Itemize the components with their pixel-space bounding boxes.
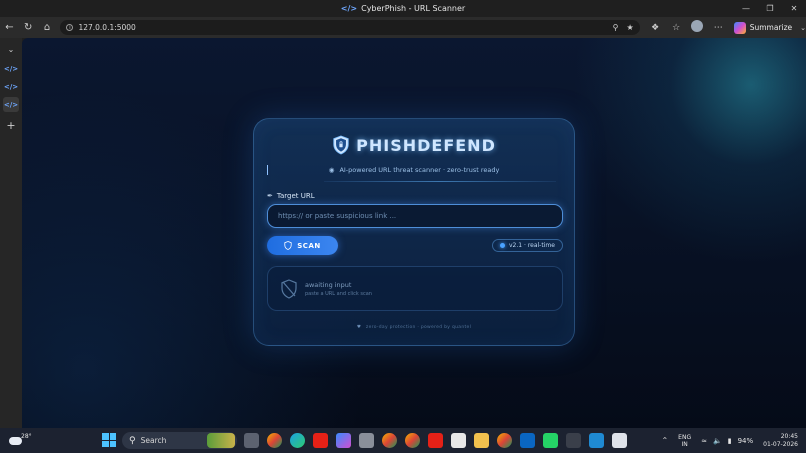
browser-toolbar: ← ↻ ⌂ i 127.0.0.1:5000 ⚲ ★ ❖ ☆ ⋯ Summari… <box>0 17 806 38</box>
tagline: ◉ AI-powered URL threat scanner · zero-t… <box>254 166 574 174</box>
dev-tools-icon: </> <box>340 4 358 13</box>
shield-slash-icon <box>281 279 297 299</box>
refresh-icon[interactable]: ↻ <box>19 18 38 37</box>
version-badge: v2.1 · real-time <box>492 239 563 252</box>
weather-widget[interactable]: 28° <box>7 431 32 450</box>
brand-name: PHISHDEFEND <box>356 135 496 155</box>
tab-icon-active[interactable]: </> <box>3 97 19 112</box>
tab-icon-2[interactable]: </> <box>3 79 19 94</box>
extensions-icon[interactable]: ❖ <box>646 23 665 33</box>
mail-icon[interactable] <box>359 433 374 448</box>
version-badge-text: v2.1 · real-time <box>509 242 555 249</box>
snipping-tool-icon[interactable] <box>612 433 627 448</box>
site-info-icon[interactable]: i <box>66 24 74 31</box>
battery-icon: ▮ <box>727 436 732 445</box>
scan-button[interactable]: SCAN <box>267 236 338 255</box>
toolbar-right: ❖ ☆ ⋯ <box>646 20 728 35</box>
taskbar: 28° ⚲ Search ⌃ ENG IN ≈ 🔈 ▮ 94% 20:45 01… <box>0 428 806 453</box>
avatar <box>691 20 704 32</box>
profile-icon[interactable] <box>688 20 707 35</box>
restore-button[interactable]: ❐ <box>758 0 782 17</box>
scanner-card: PHISHDEFEND ◉ AI-powered URL threat scan… <box>253 118 575 346</box>
file-explorer-icon[interactable] <box>474 433 489 448</box>
address-bar[interactable]: i 127.0.0.1:5000 ⚲ ★ <box>60 20 640 35</box>
clock-time: 20:45 <box>780 432 798 440</box>
status-dot-icon <box>500 243 505 248</box>
language-code: ENG <box>678 433 692 441</box>
copilot-icon <box>733 21 746 34</box>
edge-icon[interactable] <box>290 433 305 448</box>
page-viewport: PHISHDEFEND ◉ AI-powered URL threat scan… <box>22 38 806 428</box>
shield-icon <box>284 241 292 250</box>
task-view-icon[interactable] <box>244 433 259 448</box>
screen: </> CyberPhish - URL Scanner — ❐ ✕ ← ↻ ⌂… <box>0 0 806 453</box>
summarize-label: Summarize <box>749 23 793 32</box>
tagline-text: AI-powered URL threat scanner · zero-tru… <box>339 166 500 174</box>
chrome-app-icon[interactable] <box>497 433 512 448</box>
terminal-icon[interactable] <box>566 433 581 448</box>
globe-icon: ◉ <box>328 166 335 174</box>
weather-temperature: 28° <box>21 433 32 440</box>
zoom-icon[interactable]: ⚲ <box>613 23 619 32</box>
target-url-label: ✒ Target URL <box>267 192 315 200</box>
chevron-down-icon: ⌄ <box>800 23 806 32</box>
volume-icon: 🔈 <box>712 436 722 445</box>
linkedin-icon[interactable] <box>520 433 535 448</box>
footer-text: zero-day protection · powered by quantel <box>365 325 472 330</box>
brand-header: PHISHDEFEND <box>254 135 574 155</box>
search-icon: ⚲ <box>129 435 136 446</box>
close-button[interactable]: ✕ <box>782 0 806 17</box>
start-button[interactable] <box>102 433 116 447</box>
tab-icon-1[interactable]: </> <box>3 61 19 76</box>
favorites-icon[interactable]: ☆ <box>667 23 686 33</box>
favorite-star-icon[interactable]: ★ <box>627 23 634 32</box>
tab-sidebar: ⌄ </> </> </> + <box>0 38 22 428</box>
shield-lock-icon <box>333 135 349 155</box>
window-title: </> CyberPhish - URL Scanner <box>341 4 465 13</box>
paperclip-icon: ✒ <box>267 192 273 200</box>
clock[interactable]: 20:45 01-07-2026 <box>763 433 798 449</box>
address-url: 127.0.0.1:5000 <box>78 23 136 32</box>
youtube-icon[interactable] <box>313 433 328 448</box>
window-controls: — ❐ ✕ <box>734 0 806 17</box>
whatsapp-icon[interactable] <box>543 433 558 448</box>
search-highlight-image <box>207 433 235 448</box>
url-input[interactable] <box>267 204 563 228</box>
new-tab-plus-icon[interactable]: + <box>3 118 19 133</box>
home-icon[interactable]: ⌂ <box>38 18 57 37</box>
shield-icon: ♥ <box>356 325 362 330</box>
battery-percent: 94% <box>737 436 754 445</box>
search-label: Search <box>140 436 167 445</box>
scan-button-label: SCAN <box>297 241 321 250</box>
youtube-app-icon[interactable] <box>428 433 443 448</box>
vscode-icon[interactable] <box>589 433 604 448</box>
chrome-profile-2-icon[interactable] <box>405 433 420 448</box>
result-status: awaiting input <box>305 281 352 289</box>
result-panel: awaiting input paste a URL and click sca… <box>267 266 563 311</box>
divider <box>324 181 556 182</box>
card-footer: ♥ zero-day protection · powered by quant… <box>254 325 574 330</box>
window-title-bar: </> CyberPhish - URL Scanner — ❐ ✕ <box>0 0 806 17</box>
minimize-button[interactable]: — <box>734 0 758 17</box>
copilot-app-icon[interactable] <box>336 433 351 448</box>
store-icon[interactable] <box>451 433 466 448</box>
window-title-text: CyberPhish - URL Scanner <box>361 4 466 13</box>
clock-date: 01-07-2026 <box>763 440 798 448</box>
target-url-label-text: Target URL <box>276 192 315 200</box>
region-code: IN <box>681 440 688 448</box>
chrome-profile-icon[interactable] <box>382 433 397 448</box>
taskbar-search[interactable]: ⚲ Search <box>122 432 237 449</box>
more-menu-icon[interactable]: ⋯ <box>709 23 728 33</box>
summarize-button[interactable]: Summarize ⌄ <box>733 21 806 34</box>
result-hint: paste a URL and click scan <box>305 291 372 297</box>
chevron-down-icon[interactable]: ⌄ <box>3 42 19 57</box>
chevron-up-icon[interactable]: ⌃ <box>661 436 668 445</box>
system-tray: ⌃ ENG IN ≈ 🔈 ▮ 94% 20:45 01-07-2026 <box>661 428 806 453</box>
wifi-icon: ≈ <box>701 436 707 445</box>
windows-logo-icon <box>102 433 109 440</box>
quick-settings[interactable]: ≈ 🔈 ▮ 94% <box>701 437 753 445</box>
back-icon[interactable]: ← <box>0 18 19 37</box>
language-indicator[interactable]: ENG IN <box>678 434 691 448</box>
chrome-icon[interactable] <box>267 433 282 448</box>
